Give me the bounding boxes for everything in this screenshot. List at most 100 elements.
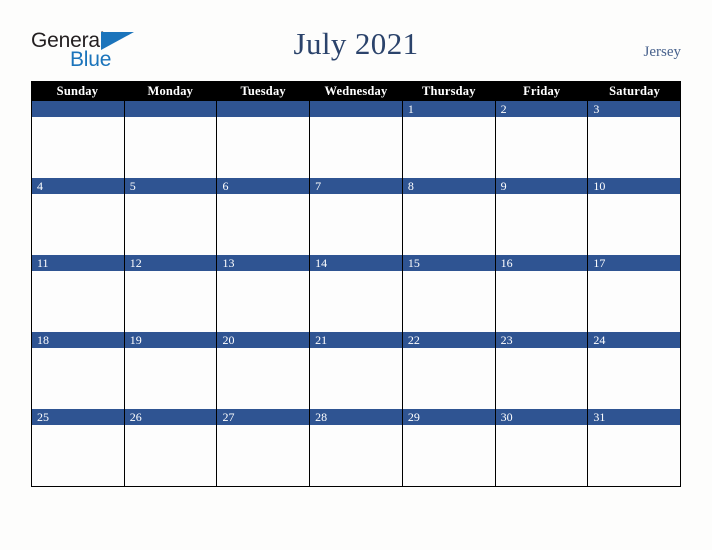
- day-event-area[interactable]: [402, 348, 495, 409]
- day-event-area[interactable]: [495, 194, 588, 255]
- day-number: 21: [315, 333, 328, 347]
- day-event-area[interactable]: [310, 348, 402, 409]
- day-event-area[interactable]: [32, 271, 124, 332]
- calendar-week-row: 25 26 27 28 29 30 31: [32, 409, 682, 486]
- day-event-area[interactable]: [588, 425, 681, 486]
- day-number: 30: [500, 410, 513, 424]
- calendar-day-cell[interactable]: 8: [402, 178, 496, 255]
- calendar-day-cell[interactable]: 9: [495, 178, 589, 255]
- calendar-day-cell[interactable]: 4: [32, 178, 125, 255]
- calendar-day-cell[interactable]: 21: [310, 332, 403, 409]
- weekday-header-monday: Monday: [147, 84, 194, 98]
- day-event-area[interactable]: [217, 271, 310, 332]
- day-event-area[interactable]: [588, 271, 681, 332]
- day-number: 5: [129, 179, 136, 193]
- calendar-day-cell[interactable]: 5: [124, 178, 218, 255]
- calendar-day-cell[interactable]: 29: [402, 409, 496, 486]
- day-event-area[interactable]: [310, 117, 402, 178]
- day-event-area[interactable]: [588, 117, 681, 178]
- day-number-bar: [217, 178, 310, 194]
- day-number-bar: [217, 101, 310, 117]
- day-number: 14: [315, 256, 328, 270]
- day-event-area[interactable]: [124, 194, 217, 255]
- day-event-area[interactable]: [310, 425, 402, 486]
- calendar-day-cell[interactable]: 16: [495, 255, 589, 332]
- day-event-area[interactable]: [402, 194, 495, 255]
- day-number-bar: [124, 101, 217, 117]
- calendar-day-cell[interactable]: 23: [495, 332, 589, 409]
- day-number-bar: [310, 101, 402, 117]
- day-event-area[interactable]: [495, 348, 588, 409]
- calendar-day-cell[interactable]: 11: [32, 255, 125, 332]
- day-event-area[interactable]: [217, 194, 310, 255]
- day-number: 12: [129, 256, 142, 270]
- day-number: 31: [593, 410, 606, 424]
- day-number-bar: [495, 178, 588, 194]
- day-event-area[interactable]: [402, 117, 495, 178]
- day-number: 20: [222, 333, 235, 347]
- calendar-day-cell[interactable]: 27: [217, 409, 311, 486]
- day-event-area[interactable]: [495, 425, 588, 486]
- calendar-day-cell[interactable]: 20: [217, 332, 311, 409]
- day-event-area[interactable]: [217, 348, 310, 409]
- day-number: 26: [129, 410, 142, 424]
- calendar-day-cell[interactable]: 2: [495, 101, 589, 178]
- day-event-area[interactable]: [588, 348, 681, 409]
- day-event-area[interactable]: [124, 425, 217, 486]
- calendar-day-cell[interactable]: [32, 101, 125, 178]
- day-number-bar: [588, 101, 681, 117]
- day-number-bar: [32, 178, 124, 194]
- day-event-area[interactable]: [217, 117, 310, 178]
- day-event-area[interactable]: [32, 348, 124, 409]
- calendar-day-cell[interactable]: 3: [588, 101, 682, 178]
- day-number-bar: [402, 178, 495, 194]
- calendar-day-cell[interactable]: 17: [588, 255, 682, 332]
- weekday-header-friday: Friday: [523, 84, 561, 98]
- calendar-day-cell[interactable]: [310, 101, 403, 178]
- day-event-area[interactable]: [124, 348, 217, 409]
- calendar-day-cell[interactable]: 12: [124, 255, 218, 332]
- day-number-bar: [32, 101, 124, 117]
- day-event-area[interactable]: [124, 117, 217, 178]
- calendar-day-cell[interactable]: 31: [588, 409, 682, 486]
- calendar-day-cell[interactable]: 22: [402, 332, 496, 409]
- calendar-day-cell[interactable]: 14: [310, 255, 403, 332]
- calendar-day-cell[interactable]: [217, 101, 311, 178]
- calendar-day-cell[interactable]: 19: [124, 332, 218, 409]
- calendar-day-cell[interactable]: 24: [588, 332, 682, 409]
- day-number: 3: [593, 102, 600, 116]
- day-number: 18: [37, 333, 49, 347]
- day-event-area[interactable]: [495, 117, 588, 178]
- day-event-area[interactable]: [402, 271, 495, 332]
- calendar-day-cell[interactable]: 26: [124, 409, 218, 486]
- day-event-area[interactable]: [32, 117, 124, 178]
- calendar-day-cell[interactable]: 6: [217, 178, 311, 255]
- calendar-day-cell[interactable]: 30: [495, 409, 589, 486]
- calendar-day-cell[interactable]: 28: [310, 409, 403, 486]
- day-number: 16: [500, 256, 513, 270]
- day-event-area[interactable]: [32, 425, 124, 486]
- day-event-area[interactable]: [124, 271, 217, 332]
- day-event-area[interactable]: [402, 425, 495, 486]
- day-event-area[interactable]: [310, 194, 402, 255]
- day-event-area[interactable]: [217, 425, 310, 486]
- day-number-bar: [402, 101, 495, 117]
- day-number: 2: [500, 102, 507, 116]
- calendar-day-cell[interactable]: 25: [32, 409, 125, 486]
- calendar-page: General Blue July 2021 Jersey Sunday Mon…: [0, 0, 712, 550]
- calendar-day-cell[interactable]: 10: [588, 178, 682, 255]
- day-event-area[interactable]: [588, 194, 681, 255]
- calendar-day-cell[interactable]: 15: [402, 255, 496, 332]
- calendar-day-cell[interactable]: 7: [310, 178, 403, 255]
- calendar-day-cell[interactable]: [124, 101, 218, 178]
- day-event-area[interactable]: [32, 194, 124, 255]
- day-number: 11: [37, 256, 49, 270]
- calendar-week-row: 11 12 13 14 15 16 17: [32, 255, 682, 332]
- calendar-day-cell[interactable]: 13: [217, 255, 311, 332]
- calendar-day-cell[interactable]: 18: [32, 332, 125, 409]
- calendar-day-cell[interactable]: 1: [402, 101, 496, 178]
- day-event-area[interactable]: [310, 271, 402, 332]
- day-event-area[interactable]: [495, 271, 588, 332]
- region-label: Jersey: [643, 44, 682, 60]
- day-number: 7: [315, 179, 322, 193]
